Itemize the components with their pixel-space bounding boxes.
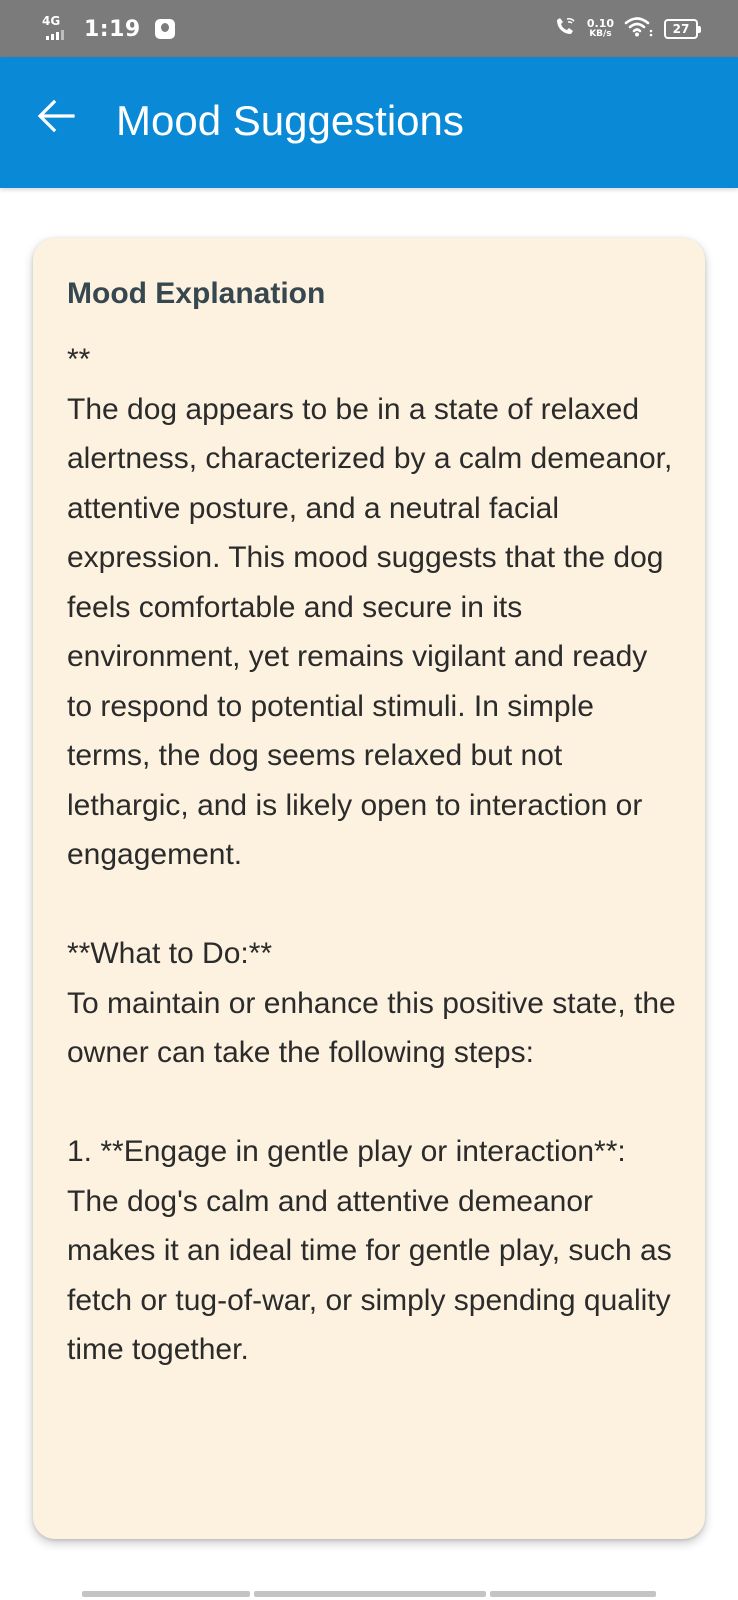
status-right: 0.10 KB/s 27 bbox=[553, 14, 701, 44]
page-title: Mood Suggestions bbox=[116, 97, 464, 144]
network-speed: 0.10 KB/s bbox=[586, 17, 614, 39]
speed-unit: KB/s bbox=[589, 29, 612, 39]
battery-level: 27 bbox=[672, 22, 690, 36]
scroll-indicator-segment bbox=[82, 1591, 250, 1597]
card-body-text: ** The dog appears to be in a state of r… bbox=[67, 343, 676, 1366]
wifi-icon bbox=[624, 16, 654, 42]
scroll-indicator-segment bbox=[254, 1591, 486, 1597]
app-bar: Mood Suggestions bbox=[0, 57, 738, 188]
scroll-indicator-segment bbox=[490, 1591, 656, 1597]
status-time: 1:19 bbox=[84, 16, 141, 42]
network-type: 4G bbox=[42, 14, 61, 28]
status-left: 4G 1:19 bbox=[42, 14, 175, 44]
app-notification-icon bbox=[154, 19, 175, 39]
battery-icon: 27 bbox=[664, 19, 701, 39]
wifi-calling-icon bbox=[553, 16, 577, 42]
back-button[interactable] bbox=[34, 96, 78, 140]
card-title: Mood Explanation bbox=[67, 277, 326, 310]
status-bar: 4G 1:19 0.10 KB/s 27 bbox=[0, 0, 738, 57]
signal-indicator: 4G bbox=[42, 14, 74, 44]
mood-explanation-card: Mood Explanation ** The dog appears to b… bbox=[33, 238, 705, 1539]
arrow-back-icon bbox=[37, 99, 75, 137]
speed-value: 0.10 bbox=[586, 17, 614, 30]
signal-bars-icon bbox=[46, 30, 64, 40]
